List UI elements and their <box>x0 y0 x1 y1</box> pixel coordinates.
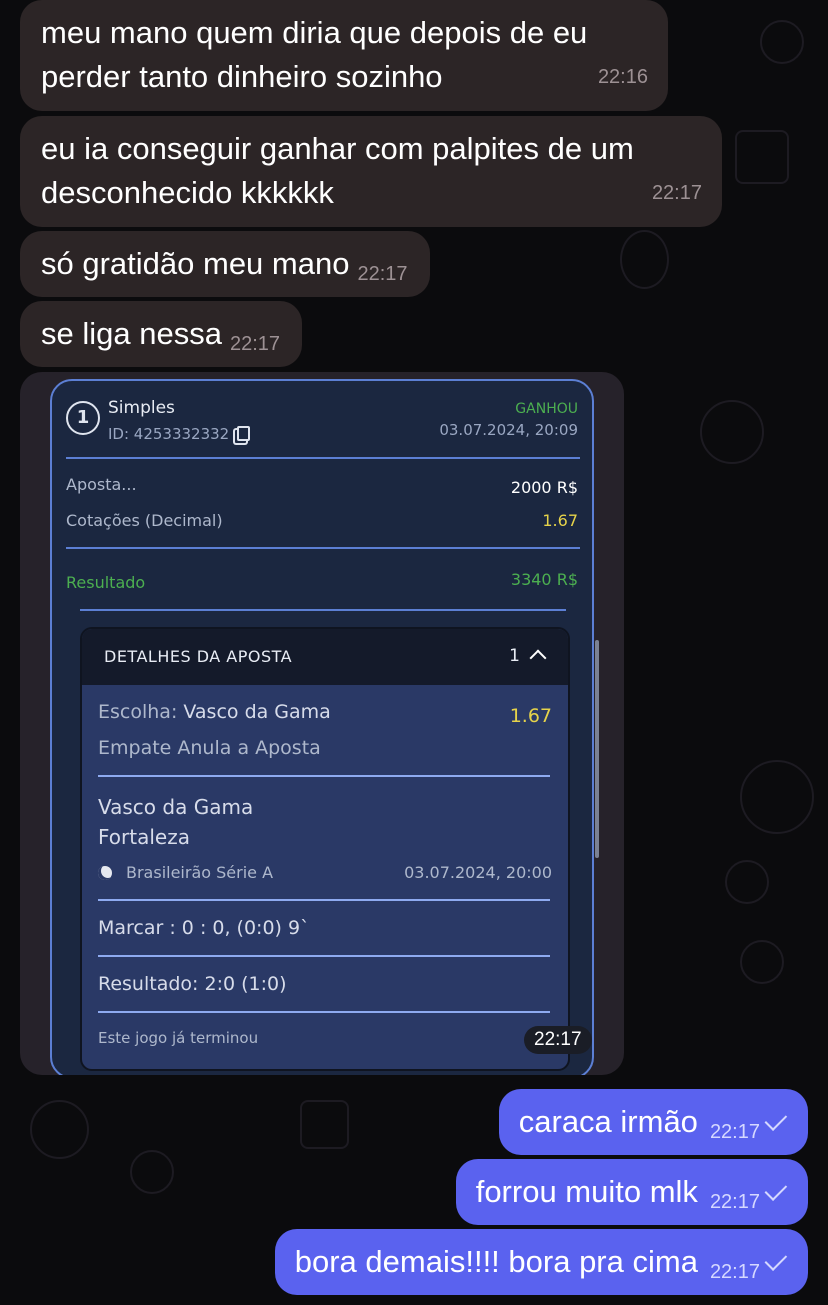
chevron-up-icon <box>529 649 547 667</box>
choice-odds: 1.67 <box>509 705 552 727</box>
incoming-message[interactable]: se liga nessa 22:17 <box>20 301 303 367</box>
bet-card: 1 Simples ID: 4253332332 GANHOU 03.07.20… <box>50 379 594 1075</box>
odds-value: 1.67 <box>542 511 578 530</box>
bet-type: Simples <box>108 398 175 418</box>
message-time: 22:17 <box>709 1191 760 1213</box>
message-text: se liga nessa <box>41 316 222 351</box>
message-text: forrou muito mlk <box>475 1174 698 1209</box>
bet-details-title: DETALHES DA APOSTA <box>104 647 293 666</box>
message-text: desconhecido kkkkkk <box>41 175 334 210</box>
bet-number-badge: 1 <box>66 401 100 435</box>
background-doodle <box>620 230 669 289</box>
choice-label: Escolha: <box>98 701 178 723</box>
message-text: meu mano quem diria que depois de eu <box>41 15 588 50</box>
message-time: 22:17 <box>709 1121 760 1143</box>
outgoing-message[interactable]: forrou muito mlk 22:17 <box>455 1159 808 1225</box>
outgoing-message[interactable]: bora demais!!!! bora pra cima 22:17 <box>274 1229 808 1295</box>
divider <box>98 899 550 901</box>
soccer-ball-icon <box>98 866 112 880</box>
divider <box>98 1011 550 1013</box>
background-doodle <box>700 400 764 464</box>
scrollbar[interactable] <box>595 640 599 858</box>
background-doodle <box>30 1100 89 1159</box>
league-row: Brasileirão Série A <box>98 863 273 882</box>
read-check-icon <box>764 1248 788 1271</box>
divider <box>66 457 580 459</box>
message-text: eu ia conseguir ganhar com palpites de u… <box>41 131 634 166</box>
bet-details-header[interactable]: DETALHES DA APOSTA 1 <box>82 629 568 685</box>
message-text: só gratidão meu mano <box>41 246 350 281</box>
message-time: 22:17 <box>524 1026 592 1054</box>
divider <box>80 609 566 611</box>
background-doodle <box>740 760 814 834</box>
message-time: 22:17 <box>651 182 702 204</box>
outgoing-message[interactable]: caraca irmão 22:17 <box>498 1089 808 1155</box>
image-message[interactable]: 1 Simples ID: 4253332332 GANHOU 03.07.20… <box>20 372 624 1075</box>
message-time: 22:17 <box>229 333 281 355</box>
background-doodle <box>300 1100 349 1149</box>
divider <box>98 955 550 957</box>
background-doodle <box>760 20 804 64</box>
message-time: 22:17 <box>709 1261 760 1283</box>
choice-value: Vasco da Gama <box>183 701 331 723</box>
message-text: caraca irmão <box>518 1104 698 1139</box>
bet-details-panel: DETALHES DA APOSTA 1 Escolha: Vasco da G… <box>80 627 570 1071</box>
match-finished-note: Este jogo já terminou <box>98 1029 259 1047</box>
match-datetime: 03.07.2024, 20:00 <box>404 863 552 882</box>
bet-status: GANHOU <box>515 401 578 417</box>
league-name: Brasileirão Série A <box>126 863 274 882</box>
team-away: Fortaleza <box>98 825 190 849</box>
bet-id-text: ID: 4253332332 <box>108 425 230 443</box>
final-result: Resultado: 2:0 (1:0) <box>98 973 287 995</box>
divider <box>98 775 550 777</box>
odds-label: Cotações (Decimal) <box>66 511 223 530</box>
incoming-message[interactable]: meu mano quem diria que depois de eu per… <box>20 0 668 111</box>
result-value: 3340 R$ <box>510 570 578 589</box>
score-line: Marcar : 0 : 0, (0:0) 9` <box>98 917 310 939</box>
message-time: 22:17 <box>357 263 408 285</box>
copy-icon <box>237 426 251 441</box>
message-text: perder tanto dinheiro sozinho <box>41 59 443 94</box>
result-label: Resultado <box>66 573 146 592</box>
divider <box>66 547 580 549</box>
background-doodle <box>735 130 789 184</box>
stake-label: Aposta... <box>66 475 137 494</box>
background-doodle <box>725 860 769 904</box>
message-text: bora demais!!!! bora pra cima <box>294 1244 698 1279</box>
stake-value: 2000 R$ <box>510 478 578 497</box>
team-home: Vasco da Gama <box>98 795 254 819</box>
bet-details-count: 1 <box>509 646 520 666</box>
market-name: Empate Anula a Aposta <box>98 737 321 759</box>
read-check-icon <box>764 1178 788 1201</box>
message-time: 22:16 <box>597 66 648 88</box>
choice-row: Escolha: Vasco da Gama <box>98 701 331 723</box>
bet-id: ID: 4253332332 <box>108 425 251 443</box>
bet-datetime: 03.07.2024, 20:09 <box>439 421 578 439</box>
read-check-icon <box>764 1108 788 1131</box>
background-doodle <box>130 1150 174 1194</box>
incoming-message[interactable]: só gratidão meu mano 22:17 <box>20 231 430 297</box>
incoming-message[interactable]: eu ia conseguir ganhar com palpites de u… <box>20 116 722 227</box>
background-doodle <box>740 940 784 984</box>
